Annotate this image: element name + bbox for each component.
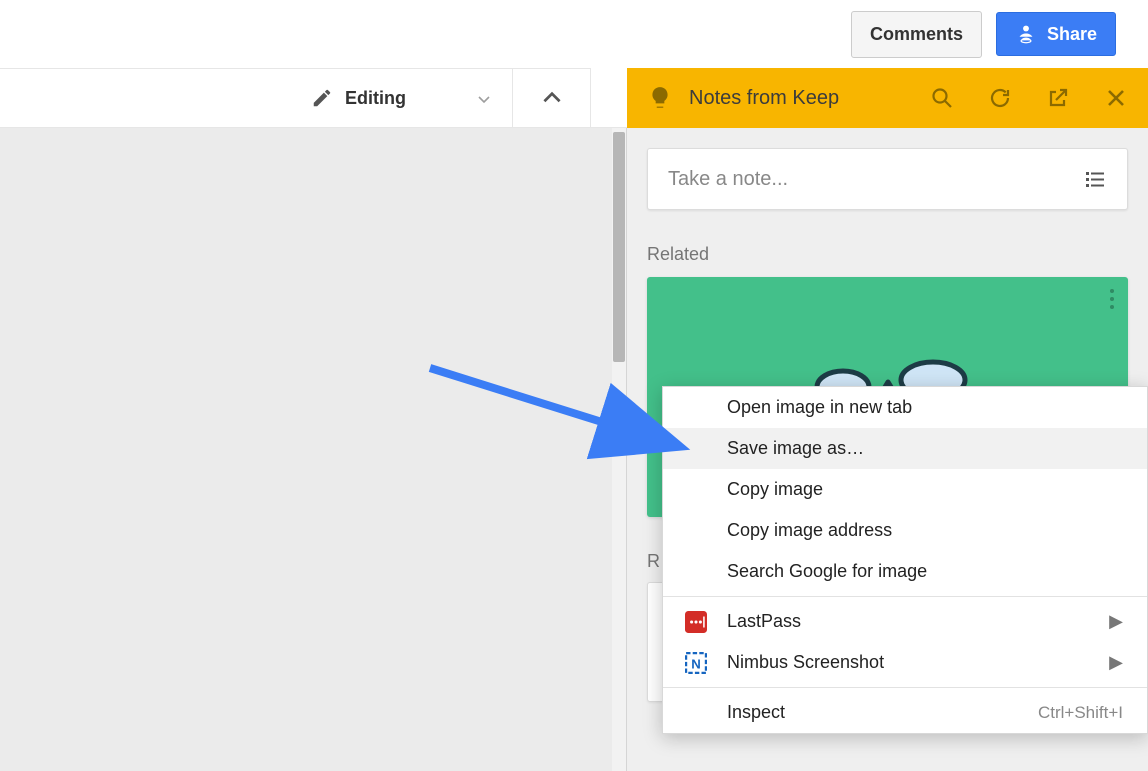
new-list-icon[interactable] xyxy=(1083,167,1107,191)
close-icon[interactable] xyxy=(1104,86,1128,110)
separator xyxy=(663,596,1147,597)
ctx-inspect[interactable]: Inspect Ctrl+Shift+I xyxy=(663,692,1147,733)
take-note-input-box[interactable] xyxy=(647,148,1128,210)
keep-panel-title: Notes from Keep xyxy=(689,87,914,110)
comments-button[interactable]: Comments xyxy=(851,11,982,58)
open-external-icon[interactable] xyxy=(1046,86,1070,110)
spacer xyxy=(591,68,627,128)
lightbulb-icon xyxy=(647,85,673,111)
refresh-icon[interactable] xyxy=(988,86,1012,110)
separator xyxy=(663,687,1147,688)
submenu-arrow-icon: ▶ xyxy=(1109,611,1123,632)
chevron-up-icon xyxy=(539,85,565,111)
scrollbar-track[interactable] xyxy=(612,128,626,771)
collapse-toolbar-button[interactable] xyxy=(513,68,591,128)
ctx-copy-image[interactable]: Copy image xyxy=(663,469,1147,510)
scrollbar-thumb[interactable] xyxy=(613,132,625,362)
pencil-icon xyxy=(311,87,333,109)
keep-actions xyxy=(930,86,1128,110)
ctx-search-google-image[interactable]: Search Google for image xyxy=(663,551,1147,592)
editing-mode-segment: Editing xyxy=(0,68,513,128)
share-label: Share xyxy=(1047,24,1097,45)
search-icon[interactable] xyxy=(930,86,954,110)
dropdown-caret-icon[interactable] xyxy=(478,88,490,109)
submenu-arrow-icon: ▶ xyxy=(1109,652,1123,673)
ctx-extension-nimbus[interactable]: N Nimbus Screenshot ▶ xyxy=(663,642,1147,683)
app-header: Comments Share xyxy=(0,0,1148,68)
take-note-input[interactable] xyxy=(668,168,1083,191)
ctx-extension-lastpass[interactable]: LastPass ▶ xyxy=(663,601,1147,642)
share-person-icon xyxy=(1015,23,1037,45)
nimbus-icon: N xyxy=(685,652,707,674)
shortcut-label: Ctrl+Shift+I xyxy=(1038,703,1123,723)
document-canvas[interactable] xyxy=(0,128,627,771)
share-button[interactable]: Share xyxy=(996,12,1116,56)
ctx-open-image-new-tab[interactable]: Open image in new tab xyxy=(663,387,1147,428)
lastpass-icon xyxy=(685,611,707,633)
svg-text:N: N xyxy=(691,656,701,671)
editing-mode-label: Editing xyxy=(345,88,406,109)
ctx-copy-image-address[interactable]: Copy image address xyxy=(663,510,1147,551)
note-more-icon[interactable] xyxy=(1110,289,1114,309)
ctx-save-image-as[interactable]: Save image as… xyxy=(663,428,1147,469)
browser-context-menu: Open image in new tab Save image as… Cop… xyxy=(662,386,1148,734)
related-section-label: Related xyxy=(647,244,1128,265)
toolbar-row: Editing Notes from Keep xyxy=(0,68,1148,128)
keep-panel-header: Notes from Keep xyxy=(627,68,1148,128)
editing-mode-dropdown[interactable]: Editing xyxy=(299,81,502,115)
